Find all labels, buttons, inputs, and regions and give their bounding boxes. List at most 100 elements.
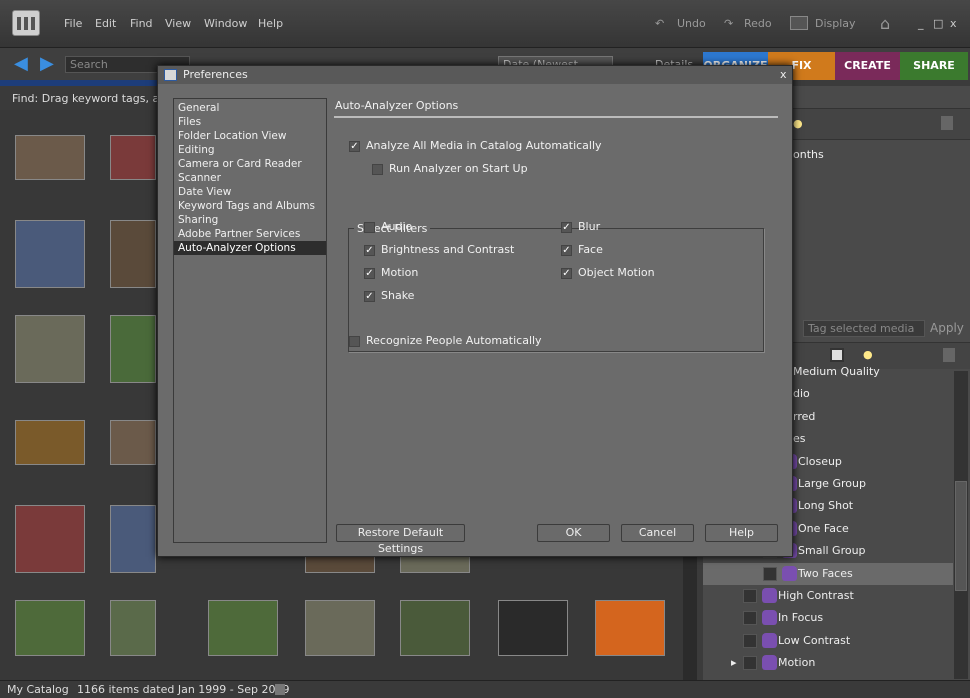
category-item[interactable]: Date View — [174, 185, 326, 199]
category-item[interactable]: General — [174, 101, 326, 115]
photo-thumbnail[interactable] — [208, 600, 278, 656]
forward-arrow-icon[interactable]: ▶ — [40, 55, 58, 73]
maximize-button[interactable]: □ — [933, 17, 943, 30]
tag-label: Low Contrast — [778, 633, 851, 647]
photo-thumbnail[interactable] — [498, 600, 568, 656]
undo-button[interactable]: Undo — [677, 17, 706, 30]
analyze-all-label[interactable]: Analyze All Media in Catalog Automatical… — [366, 139, 602, 152]
filter-blur-label[interactable]: Blur — [578, 220, 600, 233]
tag-list-scrollbar[interactable] — [954, 371, 968, 679]
tag-item[interactable]: Motion ▸ — [703, 652, 953, 674]
redo-button[interactable]: Redo — [744, 17, 772, 30]
category-item[interactable]: Editing — [174, 143, 326, 157]
tag-label: es — [793, 432, 806, 446]
minimize-button[interactable]: _ — [918, 17, 924, 30]
tag-checkbox[interactable] — [743, 589, 757, 603]
photo-thumbnail[interactable] — [15, 135, 85, 180]
people-icon[interactable] — [830, 348, 844, 362]
category-item[interactable]: Files — [174, 115, 326, 129]
analyze-all-checkbox[interactable]: ✓ — [349, 141, 360, 152]
filter-object-motion-checkbox[interactable]: ✓ — [561, 268, 572, 279]
tag-item[interactable]: Two Faces — [703, 562, 953, 585]
filter-audio-label[interactable]: Audio — [381, 220, 412, 233]
photo-thumbnail[interactable] — [110, 315, 156, 383]
expand-arrow-icon[interactable]: ▸ — [731, 652, 737, 674]
filter-shake-checkbox[interactable]: ✓ — [364, 291, 375, 302]
category-item[interactable]: Camera or Card Reader — [174, 157, 326, 171]
tag-label: One Face — [798, 521, 849, 535]
catalog-name[interactable]: My Catalog — [7, 683, 69, 696]
filter-face-checkbox[interactable]: ✓ — [561, 245, 572, 256]
filter-brightness-and-contrast-checkbox[interactable]: ✓ — [364, 245, 375, 256]
restore-defaults-button[interactable]: Restore Default Settings — [336, 524, 465, 555]
menu-find[interactable]: Find — [130, 17, 153, 30]
tab-share[interactable]: SHARE — [900, 52, 968, 80]
ok-button[interactable]: OK — [537, 524, 610, 542]
category-item[interactable]: Adobe Partner Services — [174, 227, 326, 241]
tag-label: Two Faces — [798, 566, 853, 580]
section-title: Auto-Analyzer Options — [335, 99, 459, 112]
trash-icon[interactable] — [941, 116, 953, 130]
tag-icon — [762, 655, 777, 671]
category-item[interactable]: Scanner — [174, 171, 326, 185]
menu-view[interactable]: View — [165, 17, 191, 30]
tag-checkbox[interactable] — [743, 656, 757, 671]
run-on-startup-label[interactable]: Run Analyzer on Start Up — [389, 162, 528, 175]
filter-motion-label[interactable]: Motion — [381, 266, 418, 279]
cancel-button[interactable]: Cancel — [621, 524, 694, 542]
apply-button[interactable]: Apply — [930, 321, 964, 335]
photo-thumbnail[interactable] — [15, 315, 85, 383]
help-button[interactable]: Help — [705, 524, 778, 542]
category-list: General Files Folder Location View Editing C… — [173, 98, 327, 543]
tag-item[interactable]: In Focus — [703, 607, 953, 629]
photo-thumbnail[interactable] — [595, 600, 665, 656]
category-item[interactable]: Sharing — [174, 213, 326, 227]
tag-label: Large Group — [798, 477, 866, 490]
category-item[interactable]: Folder Location View — [174, 129, 326, 143]
photo-thumbnail[interactable] — [110, 600, 156, 656]
tag-checkbox[interactable] — [743, 611, 757, 626]
tag-label: Closeup — [798, 454, 842, 468]
photo-thumbnail[interactable] — [110, 220, 156, 288]
filter-blur-checkbox[interactable]: ✓ — [561, 222, 572, 233]
photo-thumbnail[interactable] — [305, 600, 375, 656]
photo-thumbnail[interactable] — [110, 135, 156, 180]
photo-thumbnail[interactable] — [110, 420, 156, 465]
recognize-people-checkbox[interactable] — [349, 336, 360, 347]
recognize-people-label[interactable]: Recognize People Automatically — [366, 334, 542, 347]
photo-thumbnail[interactable] — [400, 600, 470, 656]
home-icon[interactable]: ⌂ — [880, 14, 890, 33]
tag-selected-media-input[interactable]: Tag selected media — [803, 320, 925, 337]
dialog-close-button[interactable]: x — [780, 68, 787, 81]
photo-thumbnail[interactable] — [15, 220, 85, 288]
filter-audio-checkbox[interactable] — [364, 222, 375, 233]
photo-thumbnail[interactable] — [110, 505, 156, 573]
menu-file[interactable]: File — [64, 17, 82, 30]
photo-thumbnail[interactable] — [15, 505, 85, 573]
close-window-button[interactable]: x — [950, 17, 957, 30]
run-on-startup-checkbox[interactable] — [372, 164, 383, 175]
display-button[interactable]: Display — [815, 17, 856, 30]
tag-item[interactable]: High Contrast — [703, 585, 953, 607]
tab-create[interactable]: CREATE — [835, 52, 900, 80]
filter-brightness-and-contrast-label[interactable]: Brightness and Contrast — [381, 243, 514, 256]
items-count: 1166 items dated Jan 1999 - Sep 2009 — [77, 683, 290, 696]
filter-object-motion-label[interactable]: Object Motion — [578, 266, 655, 279]
filter-face-label[interactable]: Face — [578, 243, 603, 256]
trash-icon[interactable] — [943, 348, 955, 362]
filter-shake-label[interactable]: Shake — [381, 289, 414, 302]
filter-motion-checkbox[interactable]: ✓ — [364, 268, 375, 279]
back-arrow-icon[interactable]: ◀ — [14, 55, 32, 73]
menu-edit[interactable]: Edit — [95, 17, 116, 30]
display-icon — [790, 16, 808, 30]
menu-help[interactable]: Help — [258, 17, 283, 30]
menu-window[interactable]: Window — [204, 17, 247, 30]
category-item[interactable]: Keyword Tags and Albums — [174, 199, 326, 213]
tag-item[interactable]: Low Contrast — [703, 630, 953, 652]
tag-checkbox[interactable] — [763, 566, 777, 581]
category-item[interactable]: Auto-Analyzer Options — [174, 241, 326, 255]
photo-thumbnail[interactable] — [15, 600, 85, 656]
lightbulb-icon: ● — [863, 348, 873, 361]
photo-thumbnail[interactable] — [15, 420, 85, 465]
tag-checkbox[interactable] — [743, 633, 757, 648]
